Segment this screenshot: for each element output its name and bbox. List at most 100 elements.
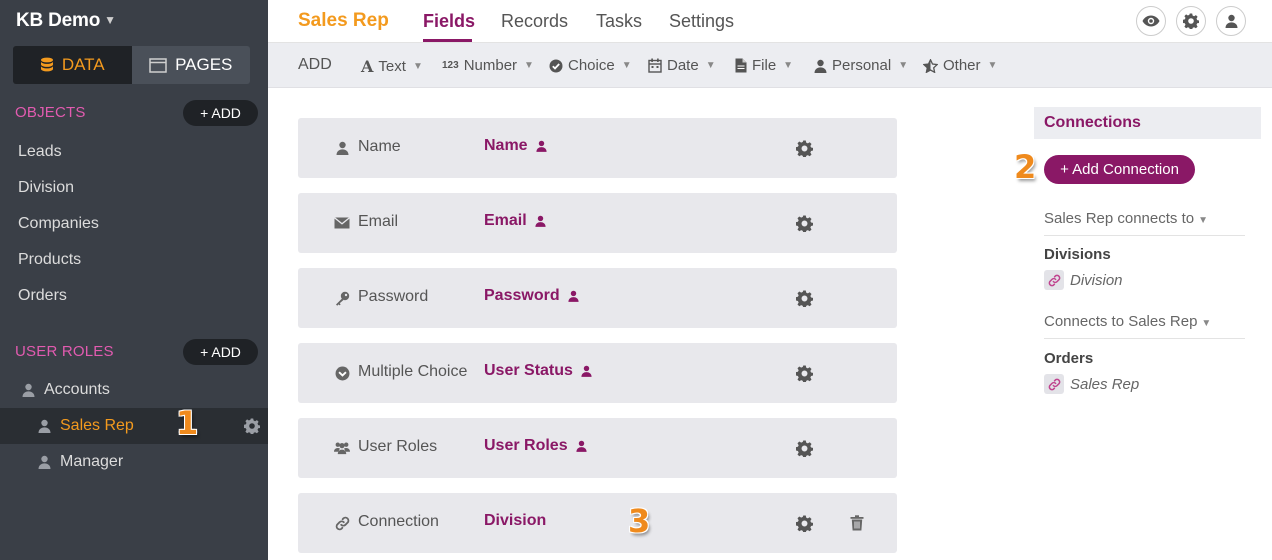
gear-icon[interactable] — [795, 365, 814, 387]
gear-icon[interactable] — [795, 290, 814, 312]
chevron-down-icon: ▼ — [524, 60, 534, 71]
field-name[interactable]: Password — [484, 287, 579, 305]
outgoing-group-title: Divisions — [1044, 246, 1111, 263]
active-tab-indicator — [423, 39, 472, 42]
link-icon — [1044, 270, 1064, 290]
user-roles-header: USER ROLES — [15, 343, 114, 360]
personal-field-menu[interactable]: Personal ▼ — [814, 57, 908, 74]
sidebar-item-accounts[interactable]: Accounts — [0, 372, 268, 408]
link-icon — [1044, 374, 1064, 394]
sidebar-item-companies[interactable]: Companies — [18, 215, 99, 233]
tab-tasks[interactable]: Tasks — [596, 11, 642, 32]
step-marker-3: 3 — [628, 502, 651, 540]
connections-header: Connections — [1034, 107, 1261, 139]
account-button[interactable] — [1216, 6, 1246, 36]
chevron-down-icon: ▼ — [705, 60, 716, 71]
field-name[interactable]: Email — [484, 212, 546, 230]
app-title-dropdown[interactable]: KB Demo ▼ — [16, 10, 116, 32]
gear-icon[interactable] — [795, 515, 814, 537]
sidebar-item-orders[interactable]: Orders — [18, 287, 67, 305]
outgoing-connection-link[interactable]: Division — [1044, 270, 1123, 290]
add-object-button[interactable]: + ADD — [183, 100, 258, 126]
sidebar-item-label: Sales Rep — [60, 417, 134, 434]
incoming-connections-dropdown[interactable]: Connects to Sales Rep ▼ — [1044, 313, 1245, 339]
sidebar-item-products[interactable]: Products — [18, 251, 81, 269]
other-field-menu[interactable]: Other ▼ — [923, 57, 997, 74]
link-icon — [334, 515, 350, 531]
app-settings-button[interactable] — [1176, 6, 1206, 36]
field-row-password[interactable]: Password Password — [298, 268, 897, 328]
number-icon: 123 — [442, 60, 459, 71]
text-field-menu[interactable]: A Text ▼ — [361, 57, 423, 76]
field-name[interactable]: Name — [484, 137, 547, 155]
outgoing-connections-dropdown[interactable]: Sales Rep connects to ▼ — [1044, 210, 1245, 236]
gear-icon[interactable] — [795, 140, 814, 162]
step-marker-1: 1 — [176, 404, 199, 442]
chevron-down-icon: ▼ — [412, 61, 423, 72]
data-mode-button[interactable]: DATA — [13, 46, 132, 84]
user-icon — [36, 455, 52, 469]
field-name-text: User Roles — [484, 437, 568, 454]
user-icon — [568, 290, 579, 302]
file-field-menu[interactable]: File ▼ — [735, 57, 793, 74]
user-icon — [536, 140, 547, 152]
incoming-connections-label: Connects to Sales Rep — [1044, 313, 1198, 330]
outgoing-link-text: Division — [1070, 271, 1123, 289]
chevron-down-icon: ▼ — [104, 13, 116, 27]
users-icon — [334, 440, 350, 456]
trash-icon[interactable] — [850, 515, 864, 536]
field-row-user-status[interactable]: Multiple Choice User Status — [298, 343, 897, 403]
file-icon — [735, 58, 747, 73]
field-row-name[interactable]: Name Name — [298, 118, 897, 178]
objects-header: OBJECTS — [15, 104, 86, 121]
field-name-text: Name — [484, 137, 528, 154]
user-icon — [20, 383, 36, 397]
database-icon — [40, 57, 53, 72]
object-title: Sales Rep — [298, 10, 389, 31]
tab-settings[interactable]: Settings — [669, 11, 734, 32]
toolbar-add-label: ADD — [298, 56, 332, 73]
field-row-email[interactable]: Email Email — [298, 193, 897, 253]
sidebar-item-sales-rep[interactable]: Sales Rep — [0, 408, 268, 444]
field-type-toolbar: ADD A Text ▼ 123 Number ▼ Choice ▼ Date ▼ Fi… — [268, 43, 1272, 88]
tab-fields[interactable]: Fields — [423, 11, 475, 32]
date-field-menu[interactable]: Date ▼ — [648, 57, 716, 74]
gear-icon — [1183, 13, 1199, 29]
add-role-button[interactable]: + ADD — [183, 339, 258, 365]
gear-icon[interactable] — [795, 440, 814, 462]
user-icon — [535, 215, 546, 227]
chevron-circle-icon — [334, 365, 350, 381]
incoming-group-title: Orders — [1044, 350, 1094, 367]
gear-icon[interactable] — [795, 215, 814, 237]
text-icon: A — [361, 57, 374, 76]
gear-icon[interactable] — [243, 418, 261, 439]
window-icon — [149, 57, 167, 73]
field-row-division[interactable]: Connection Division — [298, 493, 897, 553]
incoming-connection-link[interactable]: Sales Rep — [1044, 374, 1139, 394]
pages-mode-label: PAGES — [175, 55, 233, 74]
caret-down-icon: ▼ — [1198, 215, 1208, 226]
field-type-label: Multiple Choice — [358, 363, 468, 380]
field-row-user-roles[interactable]: User Roles User Roles — [298, 418, 897, 478]
preview-button[interactable] — [1136, 6, 1166, 36]
user-icon — [581, 365, 592, 377]
field-name[interactable]: Division — [484, 512, 546, 530]
field-name[interactable]: User Roles — [484, 437, 587, 455]
field-type-label: Name — [358, 138, 401, 155]
pages-mode-button[interactable]: PAGES — [131, 46, 250, 84]
number-field-menu[interactable]: 123 Number ▼ — [442, 57, 534, 74]
calendar-icon — [648, 58, 662, 73]
field-name-text: Division — [484, 512, 547, 529]
sidebar-item-leads[interactable]: Leads — [18, 143, 62, 161]
add-connection-button[interactable]: + Add Connection — [1044, 155, 1195, 184]
field-type-label: Connection — [358, 513, 439, 530]
tab-records[interactable]: Records — [501, 11, 568, 32]
field-name-text: Email — [484, 212, 527, 229]
field-name[interactable]: User Status — [484, 362, 592, 380]
sidebar-item-manager[interactable]: Manager — [0, 444, 268, 480]
user-icon — [814, 59, 827, 73]
choice-field-menu[interactable]: Choice ▼ — [549, 57, 632, 74]
sidebar-item-division[interactable]: Division — [18, 179, 74, 197]
field-name-text: Password — [484, 287, 560, 304]
chevron-down-icon: ▼ — [783, 60, 794, 71]
